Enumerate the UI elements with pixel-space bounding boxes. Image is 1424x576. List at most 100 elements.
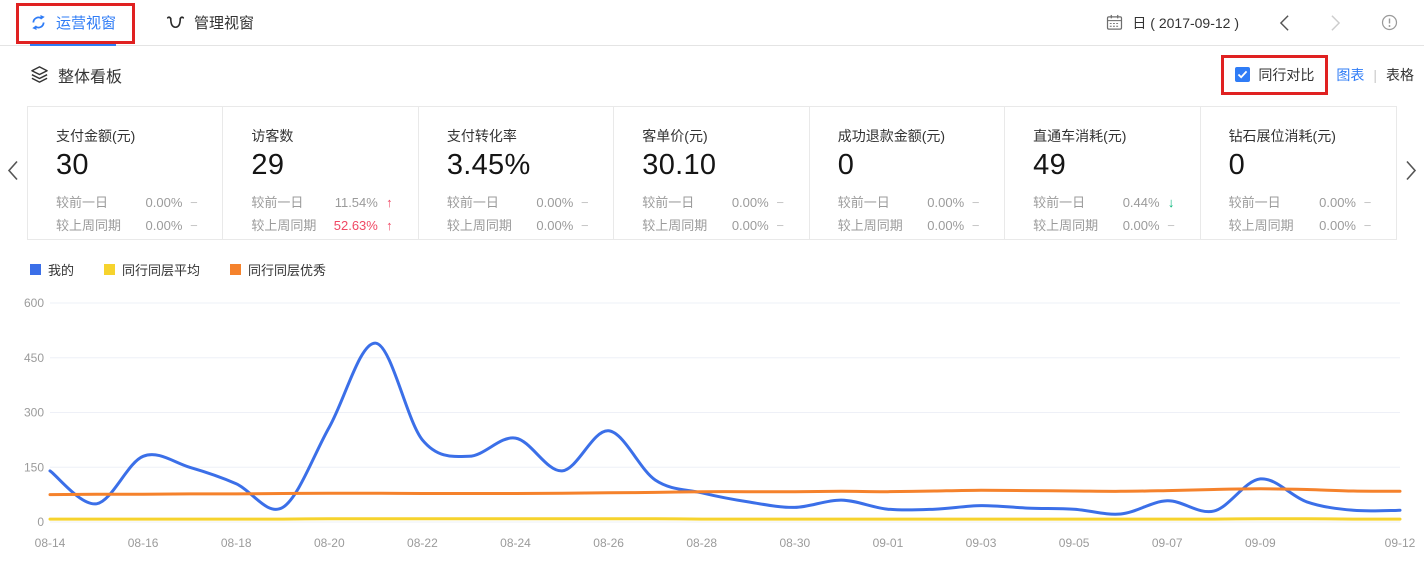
board-controls: 同行对比 图表 | 表格: [1221, 55, 1414, 95]
trend-flat-icon: −: [1361, 191, 1374, 214]
y-axis-tick-label: 0: [37, 515, 44, 529]
layers-icon: [30, 65, 49, 84]
chart-legend: 我的 同行同层平均 同行同层优秀: [30, 261, 1424, 278]
compare-row-value: 0.44%: [1123, 191, 1160, 214]
metric-compare-row: 较前一日 0.44% ↓: [1033, 191, 1177, 214]
y-axis-tick-label: 450: [24, 351, 44, 365]
cards-scroll-right-button[interactable]: [1405, 159, 1417, 188]
x-axis-tick-label: 08-22: [407, 536, 438, 550]
chevron-right-icon: [1330, 14, 1341, 32]
compare-row-value: 11.54%: [335, 191, 378, 214]
metric-compare-row: 较上周同期 52.63% ↑: [251, 214, 395, 237]
chevron-left-icon: [1279, 14, 1290, 32]
compare-row-value: 0.00%: [732, 214, 769, 237]
tab-operation-view[interactable]: 运营视窗: [30, 0, 116, 46]
metric-label: 直通车消耗(元): [1033, 126, 1177, 146]
board-bar: 整体看板 同行对比 图表 | 表格: [0, 46, 1424, 103]
bull-icon: [166, 15, 185, 30]
board-title-text: 整体看板: [58, 63, 122, 87]
compare-row-label: 较前一日: [251, 191, 303, 214]
compare-row-value: 0.00%: [732, 191, 769, 214]
metric-card[interactable]: 直通车消耗(元) 49 较前一日 0.44% ↓ 较上周同期 0.00% −: [1005, 107, 1200, 239]
trend-flat-icon: −: [969, 191, 982, 214]
legend-item[interactable]: 同行同层优秀: [230, 260, 326, 279]
tab-label: 管理视窗: [194, 12, 254, 33]
metric-label: 客单价(元): [642, 126, 786, 146]
compare-row-value: 52.63%: [334, 214, 378, 237]
metric-label: 钻石展位消耗(元): [1229, 126, 1374, 146]
compare-row-value: 0.00%: [1319, 214, 1356, 237]
checkbox-checked-icon[interactable]: [1235, 67, 1250, 82]
compare-row-value: 0.00%: [536, 214, 573, 237]
x-axis-tick-label: 08-26: [593, 536, 624, 550]
legend-swatch-icon: [30, 264, 41, 275]
metric-value: 29: [251, 149, 395, 182]
view-mode-table[interactable]: 表格: [1386, 65, 1414, 85]
x-axis-tick-label: 08-28: [686, 536, 717, 550]
trend-flat-icon: −: [774, 191, 787, 214]
trend-flat-icon: −: [187, 191, 200, 214]
metric-value: 30.10: [642, 149, 786, 182]
metric-compare-row: 较前一日 0.00% −: [56, 191, 200, 214]
compare-row-label: 较前一日: [1033, 191, 1085, 214]
y-axis-tick-label: 600: [24, 296, 44, 310]
x-axis-tick-label: 09-05: [1059, 536, 1090, 550]
metric-compare-row: 较前一日 0.00% −: [642, 191, 786, 214]
x-axis-tick-label: 08-24: [500, 536, 531, 550]
x-axis-tick-label: 09-01: [873, 536, 904, 550]
sync-icon: [30, 14, 47, 31]
board-title: 整体看板: [30, 63, 122, 87]
legend-item[interactable]: 同行同层平均: [104, 260, 200, 279]
trend-flat-icon: −: [578, 214, 591, 237]
cards-scroll-left-button[interactable]: [7, 159, 19, 188]
tab-management-view[interactable]: 管理视窗: [166, 0, 254, 46]
metric-compare-row: 较前一日 0.00% −: [1229, 191, 1374, 214]
trend-flat-icon: −: [1361, 214, 1374, 237]
metric-compare-row: 较上周同期 0.00% −: [1033, 214, 1177, 237]
x-axis-tick-label: 08-18: [221, 536, 252, 550]
metric-value: 0: [1229, 149, 1374, 182]
compare-row-value: 0.00%: [146, 214, 183, 237]
info-icon: [1381, 14, 1398, 31]
metric-value: 3.45%: [447, 149, 591, 182]
compare-row-label: 较前一日: [642, 191, 694, 214]
compare-row-value: 0.00%: [146, 191, 183, 214]
legend-item[interactable]: 我的: [30, 260, 74, 279]
metric-card[interactable]: 客单价(元) 30.10 较前一日 0.00% − 较上周同期 0.00% −: [614, 107, 809, 239]
view-mode-chart[interactable]: 图表: [1336, 65, 1364, 85]
metric-value: 30: [56, 149, 200, 182]
info-button[interactable]: [1381, 14, 1398, 31]
metric-card[interactable]: 钻石展位消耗(元) 0 较前一日 0.00% − 较上周同期 0.00% −: [1201, 107, 1396, 239]
trend-up-icon: ↑: [383, 191, 396, 214]
metric-label: 支付转化率: [447, 126, 591, 146]
legend-label: 同行同层平均: [122, 260, 200, 279]
prev-date-button[interactable]: [1279, 14, 1290, 32]
x-axis-tick-label: 09-07: [1152, 536, 1183, 550]
trend-flat-icon: −: [774, 214, 787, 237]
metric-card[interactable]: 支付金额(元) 30 较前一日 0.00% − 较上周同期 0.00% −: [28, 107, 223, 239]
legend-label: 同行同层优秀: [248, 260, 326, 279]
compare-row-label: 较上周同期: [642, 214, 707, 237]
metric-value: 0: [838, 149, 982, 182]
next-date-button[interactable]: [1330, 14, 1341, 32]
compare-row-label: 较上周同期: [447, 214, 512, 237]
legend-label: 我的: [48, 260, 74, 279]
metric-label: 访客数: [251, 126, 395, 146]
metric-label: 支付金额(元): [56, 126, 200, 146]
x-axis-tick-label: 08-16: [128, 536, 159, 550]
x-axis-tick-label: 09-12: [1385, 536, 1416, 550]
metric-card[interactable]: 成功退款金额(元) 0 较前一日 0.00% − 较上周同期 0.00% −: [810, 107, 1005, 239]
metric-compare-row: 较上周同期 0.00% −: [1229, 214, 1374, 237]
trend-up-icon: ↑: [383, 214, 396, 237]
top-bar: 运营视窗 管理视窗 日 ( 2017-09-: [0, 0, 1424, 46]
peer-compare-toggle[interactable]: 同行对比: [1221, 55, 1328, 95]
date-picker[interactable]: 日 ( 2017-09-12 ): [1106, 13, 1239, 33]
metric-card[interactable]: 支付转化率 3.45% 较前一日 0.00% − 较上周同期 0.00% −: [419, 107, 614, 239]
metric-card[interactable]: 访客数 29 较前一日 11.54% ↑ 较上周同期 52.63% ↑: [223, 107, 418, 239]
trend-line-chart[interactable]: 015030045060008-1408-1608-1808-2008-2208…: [0, 286, 1424, 576]
trend-down-icon: ↓: [1165, 191, 1178, 214]
metric-cards-section: 支付金额(元) 30 较前一日 0.00% − 较上周同期 0.00% − 访客…: [0, 106, 1424, 240]
compare-row-value: 0.00%: [1319, 191, 1356, 214]
compare-row-label: 较前一日: [838, 191, 890, 214]
compare-row-value: 0.00%: [927, 191, 964, 214]
